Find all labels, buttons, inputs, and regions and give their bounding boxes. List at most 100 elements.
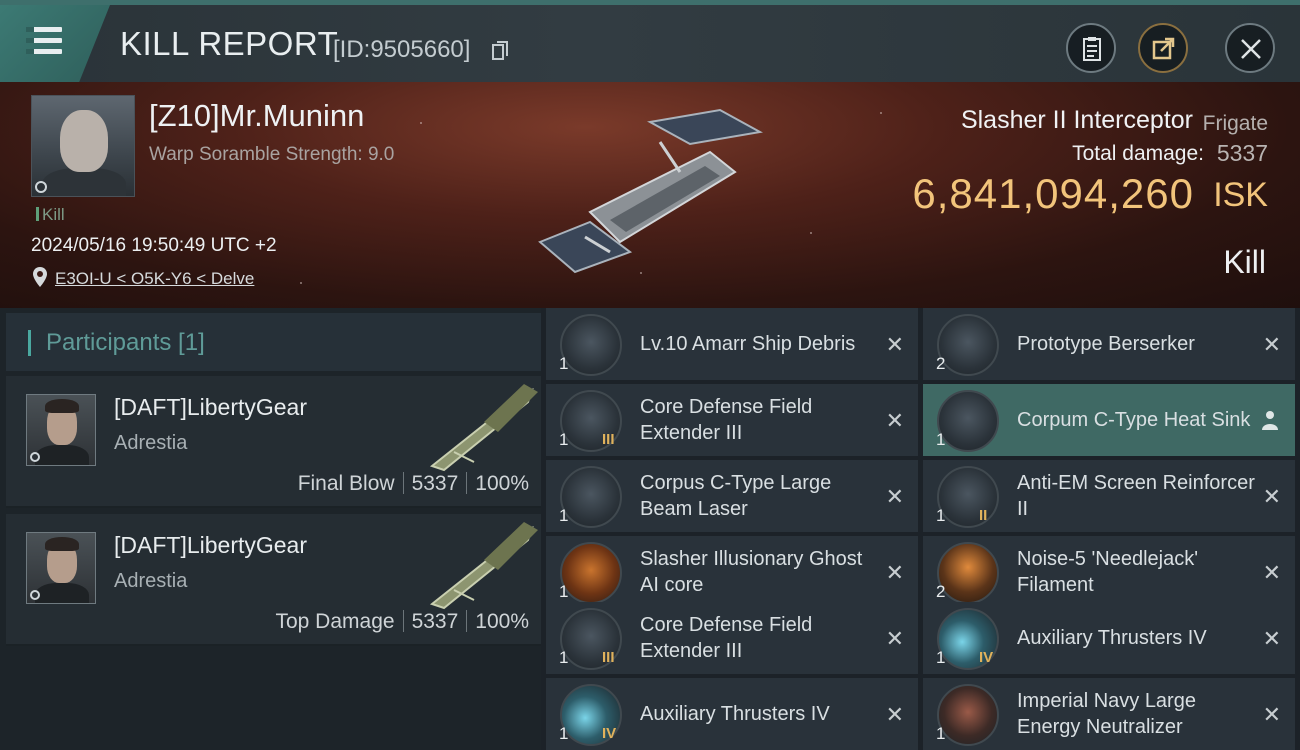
participants-header[interactable]: Participants [1]	[6, 313, 541, 371]
hamburger-icon	[26, 27, 62, 32]
item-quantity: 1	[936, 648, 946, 667]
isk-unit: ISK	[1213, 176, 1268, 214]
share-button[interactable]	[1138, 23, 1188, 73]
location-link[interactable]: E3OI-U < O5K-Y6 < Delve	[55, 269, 254, 289]
item-quantity: 1	[559, 724, 569, 743]
item-name: Auxiliary Thrusters IV	[640, 703, 830, 725]
item-row[interactable]: 1 III Core Defense Field Extender III ✕	[546, 602, 918, 674]
participant-stats: Top Damage 5337 100%	[275, 610, 529, 634]
destroyed-icon: ✕	[885, 626, 904, 651]
item-name: Core Defense Field Extender III	[640, 396, 813, 444]
total-damage-value: 5337	[1216, 140, 1268, 166]
top-bar: KILL REPORT [ID:9505660]	[0, 0, 1300, 82]
participant-damage: 5337	[411, 472, 459, 495]
participant-percent: 100%	[475, 610, 529, 633]
participant-role: Final Blow	[297, 472, 395, 495]
report-id: [ID:9505660]	[333, 36, 471, 63]
item-quantity: 1	[559, 430, 569, 449]
item-name: Noise-5 'Needlejack' Filament	[1017, 548, 1199, 596]
energy-neutralizer-icon	[937, 684, 999, 746]
item-row[interactable]: 1 Corpus C-Type Large Beam Laser ✕	[546, 460, 918, 532]
clipboard-button[interactable]	[1066, 23, 1116, 73]
participant-card[interactable]: [DAFT]LibertyGear Adrestia Final Blow 533…	[6, 376, 541, 508]
item-row[interactable]: 2 Noise-5 'Needlejack' Filament ✕	[923, 536, 1295, 608]
warp-scramble-strength: Warp Soramble Strength: 9.0	[149, 144, 395, 165]
item-row[interactable]: 1 Imperial Navy Large Energy Neutralizer…	[923, 678, 1295, 750]
item-row[interactable]: 1 II Anti-EM Screen Reinforcer II ✕	[923, 460, 1295, 532]
kill-datetime: 2024/05/16 19:50:49 UTC +2	[31, 235, 277, 256]
kill-tag: Kill	[36, 205, 65, 225]
participant-damage: 5337	[411, 610, 459, 633]
participants-title: Participants [1]	[46, 329, 205, 356]
item-tier: II	[979, 507, 988, 524]
copy-icon[interactable]	[492, 41, 508, 61]
clipboard-icon	[1083, 37, 1101, 61]
item-quantity: 1	[559, 582, 569, 601]
destroyed-icon: ✕	[1262, 626, 1281, 651]
destroyed-icon: ✕	[885, 332, 904, 357]
item-tier: IV	[602, 725, 617, 742]
debris-icon	[560, 314, 622, 376]
victim-avatar[interactable]	[31, 95, 135, 197]
item-row[interactable]: 1 IV Auxiliary Thrusters IV ✕	[546, 678, 918, 750]
items-list: 1 Lv.10 Amarr Ship Debris ✕ 2 Prototype …	[546, 308, 1300, 750]
ship-image	[429, 522, 538, 610]
destroyed-icon: ✕	[885, 702, 904, 727]
item-row[interactable]: 1 IV Auxiliary Thrusters IV ✕	[923, 602, 1295, 674]
item-quantity: 1	[936, 724, 946, 743]
location-pin-icon	[33, 267, 47, 287]
participant-name: [DAFT]LibertyGear	[114, 394, 307, 420]
avatar[interactable]	[26, 532, 96, 604]
heat-sink-icon	[937, 390, 999, 452]
item-quantity: 1	[936, 430, 946, 449]
item-row[interactable]: 1 Slasher Illusionary Ghost AI core ✕	[546, 536, 918, 608]
item-name: Lv.10 Amarr Ship Debris	[640, 333, 856, 355]
ship-image	[429, 384, 538, 472]
item-quantity: 2	[936, 582, 946, 601]
page-title: KILL REPORT	[120, 25, 339, 62]
item-tier: III	[602, 649, 615, 666]
item-row[interactable]: 1 III Core Defense Field Extender III ✕	[546, 384, 918, 456]
isk-value: 6,841,094,260	[912, 170, 1194, 217]
item-row[interactable]: 2 Prototype Berserker ✕	[923, 308, 1295, 380]
kill-result: Kill	[1223, 244, 1266, 280]
item-quantity: 1	[559, 506, 569, 525]
destroyed-icon: ✕	[1262, 332, 1281, 357]
participant-stats: Final Blow 5337 100%	[298, 472, 529, 496]
item-name: Corpus C-Type Large Beam Laser	[640, 472, 832, 520]
item-name: Slasher Illusionary Ghost AI core	[640, 548, 863, 596]
destroyed-icon: ✕	[885, 408, 904, 433]
close-button[interactable]	[1225, 23, 1275, 73]
item-name: Anti-EM Screen Reinforcer II	[1017, 472, 1255, 520]
participant-percent: 100%	[475, 472, 529, 495]
item-tier: III	[602, 431, 615, 448]
item-name: Auxiliary Thrusters IV	[1017, 627, 1207, 649]
item-name: Prototype Berserker	[1017, 333, 1195, 355]
close-icon	[1241, 39, 1261, 59]
destroyed-icon: ✕	[1262, 484, 1281, 509]
participant-role: Top Damage	[275, 610, 395, 633]
participant-card[interactable]: [DAFT]LibertyGear Adrestia Top Damage 533…	[6, 514, 541, 646]
ship-image	[538, 108, 763, 274]
destroyed-icon: ✕	[1262, 560, 1281, 585]
menu-button[interactable]	[0, 5, 110, 82]
item-row-selected[interactable]: 1 Corpum C-Type Heat Sink	[923, 384, 1295, 456]
avatar[interactable]	[26, 394, 96, 466]
item-name: Imperial Navy Large Energy Neutralizer	[1017, 690, 1196, 738]
item-tier: IV	[979, 649, 994, 666]
ship-name[interactable]: Slasher II Interceptor	[961, 106, 1193, 135]
filament-icon	[937, 542, 999, 604]
participant-corp: Adrestia	[114, 570, 188, 592]
total-damage-label: Total damage:	[1072, 142, 1204, 165]
victim-panel: [Z10]Mr.Muninn Warp Soramble Strength: 9…	[0, 82, 1300, 308]
item-row[interactable]: 1 Lv.10 Amarr Ship Debris ✕	[546, 308, 918, 380]
item-quantity: 1	[559, 354, 569, 373]
participants-panel: Participants [1] [DAFT]LibertyGear Adres…	[0, 308, 541, 750]
item-name: Core Defense Field Extender III	[640, 614, 813, 662]
destroyed-icon: ✕	[885, 560, 904, 585]
destroyed-icon: ✕	[885, 484, 904, 509]
victim-name[interactable]: [Z10]Mr.Muninn	[149, 98, 364, 134]
participant-name: [DAFT]LibertyGear	[114, 532, 307, 558]
ai-core-icon	[560, 542, 622, 604]
item-name: Corpum C-Type Heat Sink	[1017, 409, 1251, 431]
